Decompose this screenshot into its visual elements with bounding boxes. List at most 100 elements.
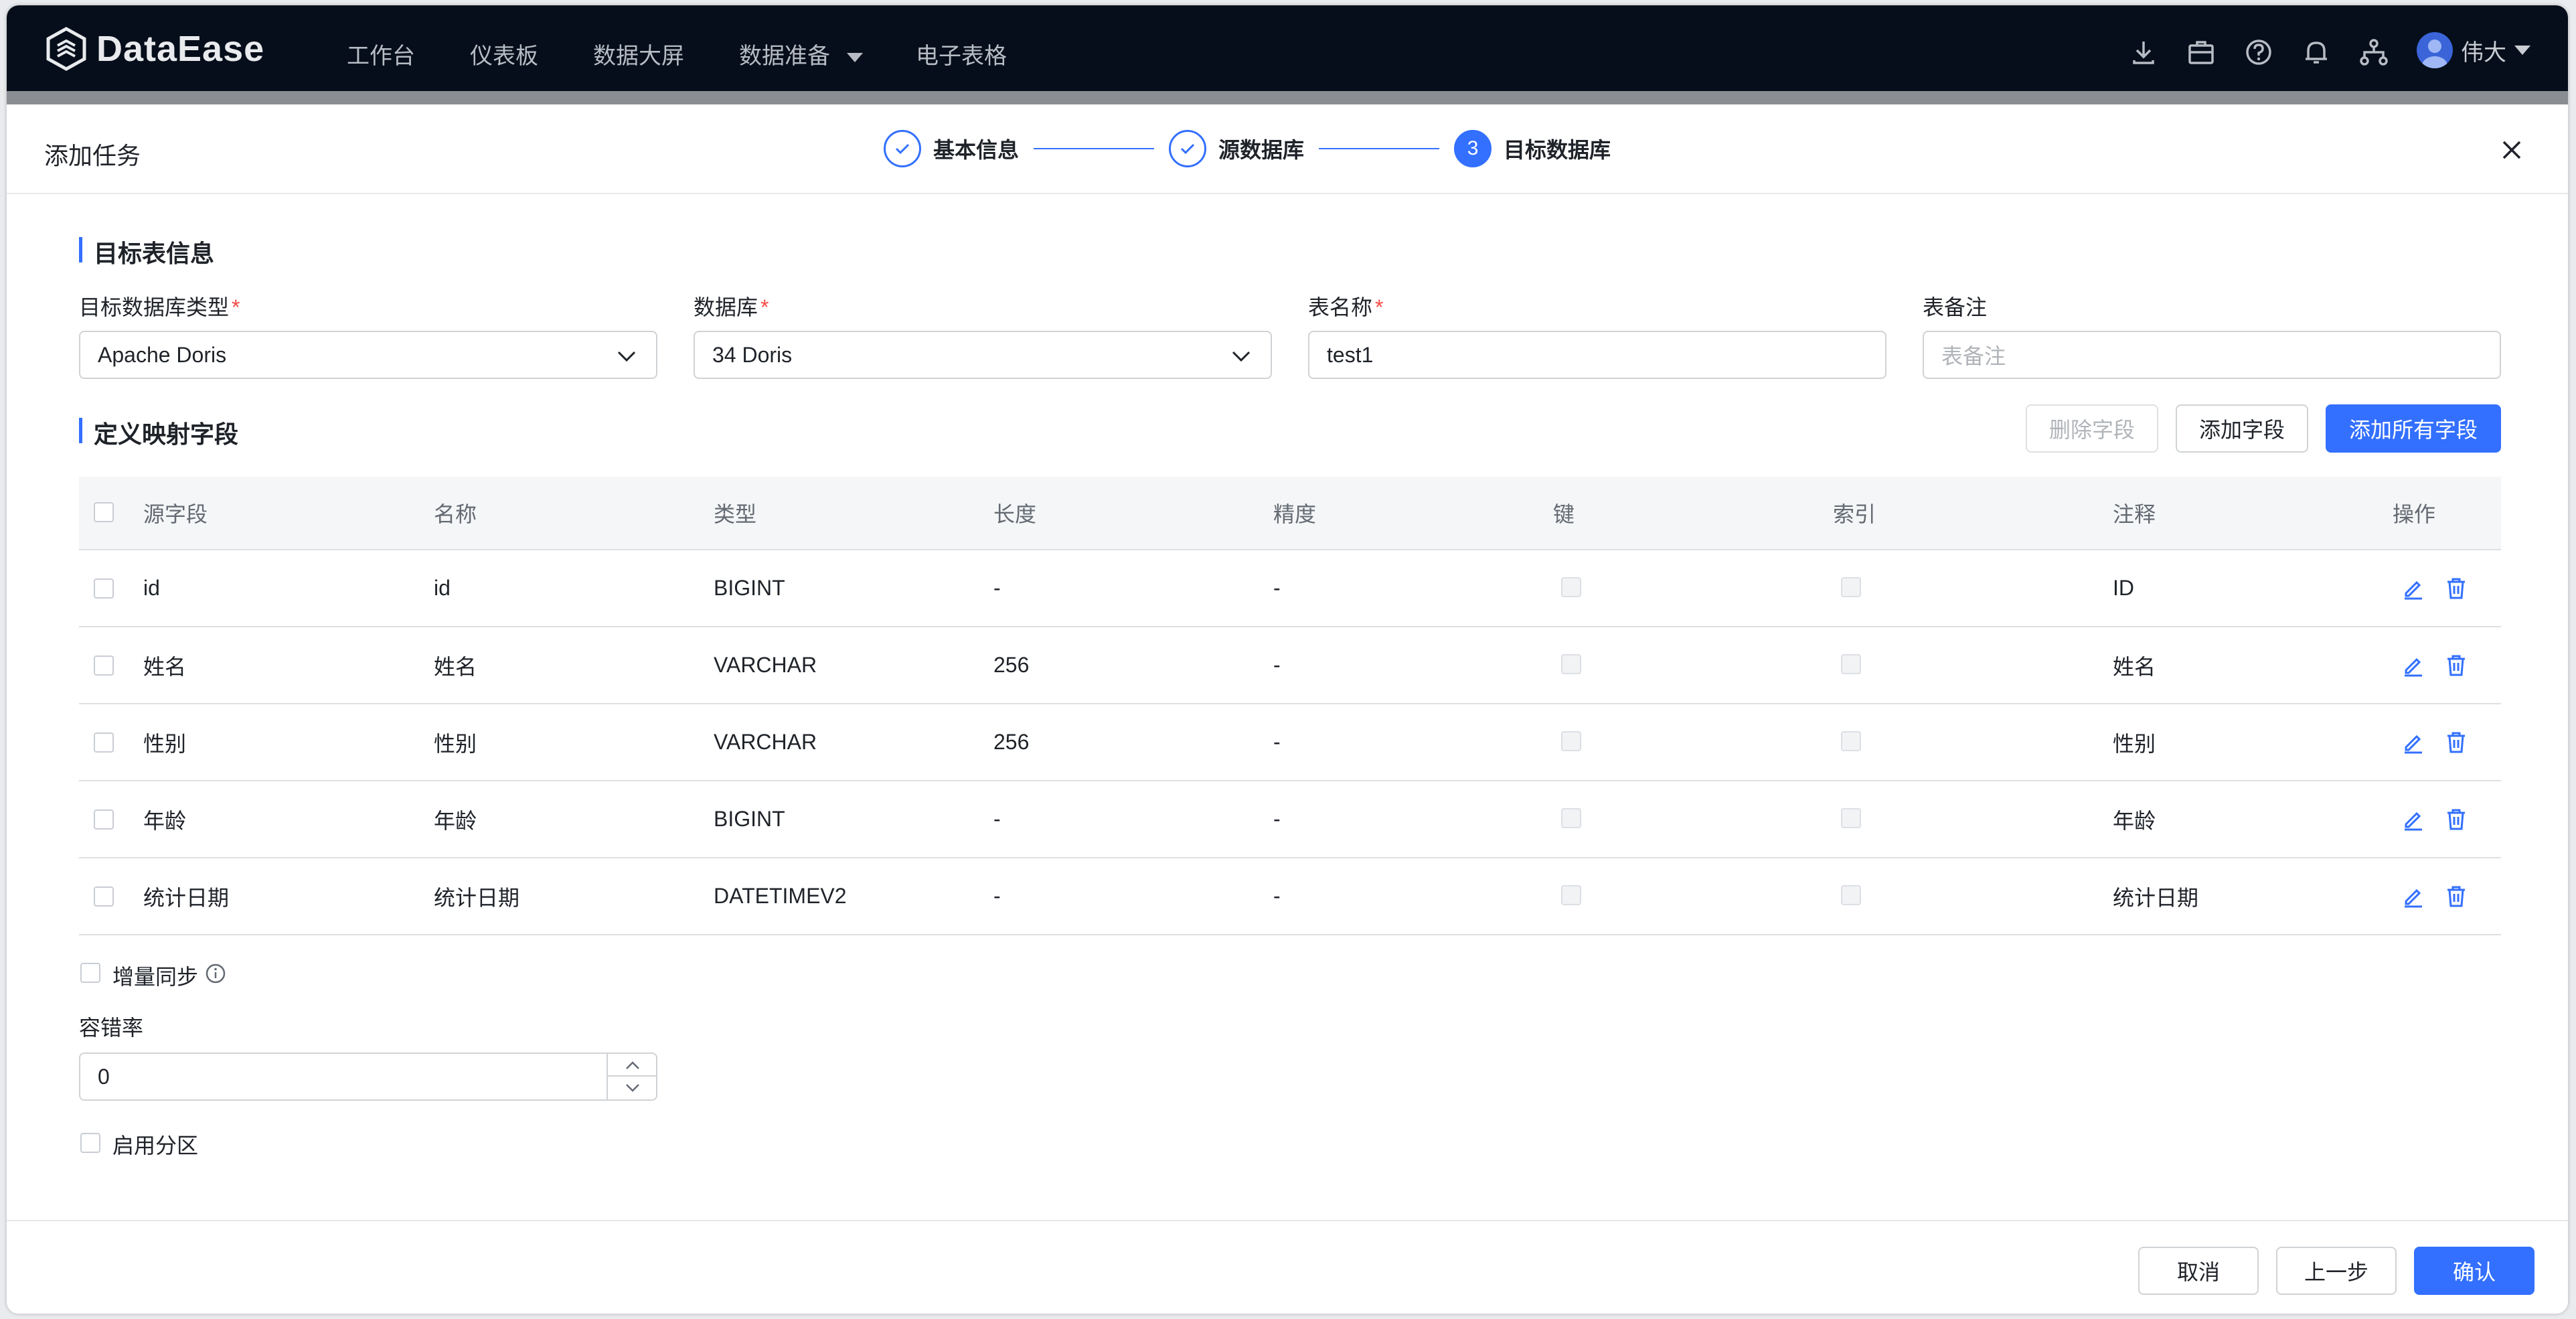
index-checkbox[interactable] xyxy=(1841,654,1861,674)
col-key: 键 xyxy=(1553,502,1575,526)
edit-icon[interactable] xyxy=(2401,653,2426,678)
cell-precision: - xyxy=(1273,730,1281,754)
tolerance-input[interactable]: 0 xyxy=(79,1053,657,1101)
col-precision: 精度 xyxy=(1273,502,1317,526)
step-done-check-icon xyxy=(1169,130,1207,167)
col-length: 长度 xyxy=(993,502,1037,526)
delete-field-button[interactable]: 删除字段 xyxy=(2026,404,2158,453)
step-connector xyxy=(1034,148,1155,149)
footer-divider xyxy=(7,1220,2568,1221)
cell-name: 姓名 xyxy=(434,654,477,679)
row-checkbox[interactable] xyxy=(94,732,114,753)
cell-type: VARCHAR xyxy=(714,730,817,754)
nav-item-dashboard[interactable]: 仪表板 xyxy=(470,37,538,70)
row-checkbox[interactable] xyxy=(94,809,114,830)
add-field-button[interactable]: 添加字段 xyxy=(2176,404,2308,453)
confirm-button[interactable]: 确认 xyxy=(2414,1247,2534,1295)
org-tree-icon[interactable] xyxy=(2358,36,2390,68)
nav-item-spreadsheet[interactable]: 电子表格 xyxy=(916,37,1007,70)
brand-logo[interactable]: DataEase xyxy=(44,25,264,72)
cell-source: id xyxy=(143,576,160,600)
index-checkbox[interactable] xyxy=(1841,731,1861,751)
index-checkbox[interactable] xyxy=(1841,885,1861,905)
step-basic-info: 基本信息 xyxy=(933,138,1020,162)
table-name-input[interactable]: test1 xyxy=(1308,331,1886,379)
help-icon[interactable] xyxy=(2243,36,2275,68)
info-icon[interactable] xyxy=(205,963,226,984)
top-navbar: DataEase 工作台 仪表板 数据大屏 数据准备 电子表格 伟大 xyxy=(7,5,2568,91)
cell-source: 姓名 xyxy=(143,654,187,679)
decrement-button[interactable] xyxy=(608,1077,656,1099)
step-target-db: 目标数据库 xyxy=(1504,138,1611,162)
cell-type: BIGINT xyxy=(714,576,785,600)
db-type-select[interactable]: Apache Doris xyxy=(79,331,657,379)
select-all-checkbox[interactable] xyxy=(94,502,114,522)
key-checkbox[interactable] xyxy=(1561,885,1581,905)
nav-item-screen[interactable]: 数据大屏 xyxy=(593,37,684,70)
trash-icon[interactable] xyxy=(2443,653,2469,678)
table-row: 年龄 年龄 BIGINT - - 年龄 xyxy=(79,781,2501,858)
previous-step-button[interactable]: 上一步 xyxy=(2276,1247,2397,1295)
avatar xyxy=(2417,32,2453,68)
bell-icon[interactable] xyxy=(2300,36,2332,68)
row-checkbox[interactable] xyxy=(94,886,114,907)
download-icon[interactable] xyxy=(2127,36,2160,68)
row-checkbox[interactable] xyxy=(94,578,114,599)
incremental-sync-checkbox[interactable] xyxy=(80,963,100,983)
col-name: 名称 xyxy=(434,502,477,526)
nav-item-data-prep-label: 数据准备 xyxy=(739,44,830,69)
index-checkbox[interactable] xyxy=(1841,808,1861,828)
key-checkbox[interactable] xyxy=(1561,654,1581,674)
enable-partition-checkbox[interactable] xyxy=(80,1133,100,1153)
cell-source: 年龄 xyxy=(143,808,187,833)
edit-icon[interactable] xyxy=(2401,884,2426,909)
edit-icon[interactable] xyxy=(2401,576,2426,601)
user-menu[interactable]: 伟大 xyxy=(2417,32,2530,68)
database-label-text: 数据库 xyxy=(694,295,758,319)
enable-partition-label: 启用分区 xyxy=(112,1134,199,1158)
table-name-label-text: 表名称 xyxy=(1308,295,1373,319)
step-source-db: 源数据库 xyxy=(1218,138,1305,162)
chevron-down-icon xyxy=(1232,351,1251,362)
mapping-table: 源字段 名称 类型 长度 精度 键 索引 注释 操作 id id BIGINT … xyxy=(79,477,2501,935)
edit-icon[interactable] xyxy=(2401,807,2426,832)
table-comment-input[interactable]: 表备注 xyxy=(1923,331,2501,379)
key-checkbox[interactable] xyxy=(1561,731,1581,751)
edit-icon[interactable] xyxy=(2401,730,2426,755)
table-row: 姓名 姓名 VARCHAR 256 - 姓名 xyxy=(79,627,2501,704)
col-actions: 操作 xyxy=(2393,502,2436,526)
trash-icon[interactable] xyxy=(2443,730,2469,755)
db-type-label: 目标数据库类型 * xyxy=(79,291,240,321)
cell-name: 性别 xyxy=(434,731,477,756)
cell-length: 256 xyxy=(993,653,1030,677)
index-checkbox[interactable] xyxy=(1841,577,1861,597)
cell-comment: ID xyxy=(2113,576,2134,600)
briefcase-icon[interactable] xyxy=(2185,36,2217,68)
step-connector xyxy=(1319,148,1440,149)
trash-icon[interactable] xyxy=(2443,884,2469,909)
cell-precision: - xyxy=(1273,653,1281,677)
required-mark: * xyxy=(1375,295,1384,319)
cell-comment: 性别 xyxy=(2113,731,2156,756)
row-checkbox[interactable] xyxy=(94,655,114,676)
trash-icon[interactable] xyxy=(2443,576,2469,601)
increment-button[interactable] xyxy=(608,1054,656,1077)
cancel-button[interactable]: 取消 xyxy=(2138,1247,2259,1295)
wizard-steps: 基本信息 源数据库 3 目标数据库 xyxy=(884,129,1611,169)
close-icon[interactable] xyxy=(2496,134,2528,166)
add-all-fields-button[interactable]: 添加所有字段 xyxy=(2326,404,2501,453)
required-mark: * xyxy=(760,295,769,319)
key-checkbox[interactable] xyxy=(1561,577,1581,597)
cell-name: 年龄 xyxy=(434,808,477,833)
chevron-down-icon xyxy=(2514,46,2530,55)
database-select[interactable]: 34 Doris xyxy=(694,331,1272,379)
nav-item-workbench[interactable]: 工作台 xyxy=(347,37,415,70)
dialog-header: 添加任务 基本信息 源数据库 3 目标数据库 xyxy=(7,104,2568,194)
cell-name: id xyxy=(434,576,451,600)
step-active-number: 3 xyxy=(1454,130,1492,167)
cell-precision: - xyxy=(1273,807,1281,831)
required-mark: * xyxy=(232,295,240,319)
nav-item-data-prep[interactable]: 数据准备 xyxy=(739,37,864,70)
key-checkbox[interactable] xyxy=(1561,808,1581,828)
trash-icon[interactable] xyxy=(2443,807,2469,832)
